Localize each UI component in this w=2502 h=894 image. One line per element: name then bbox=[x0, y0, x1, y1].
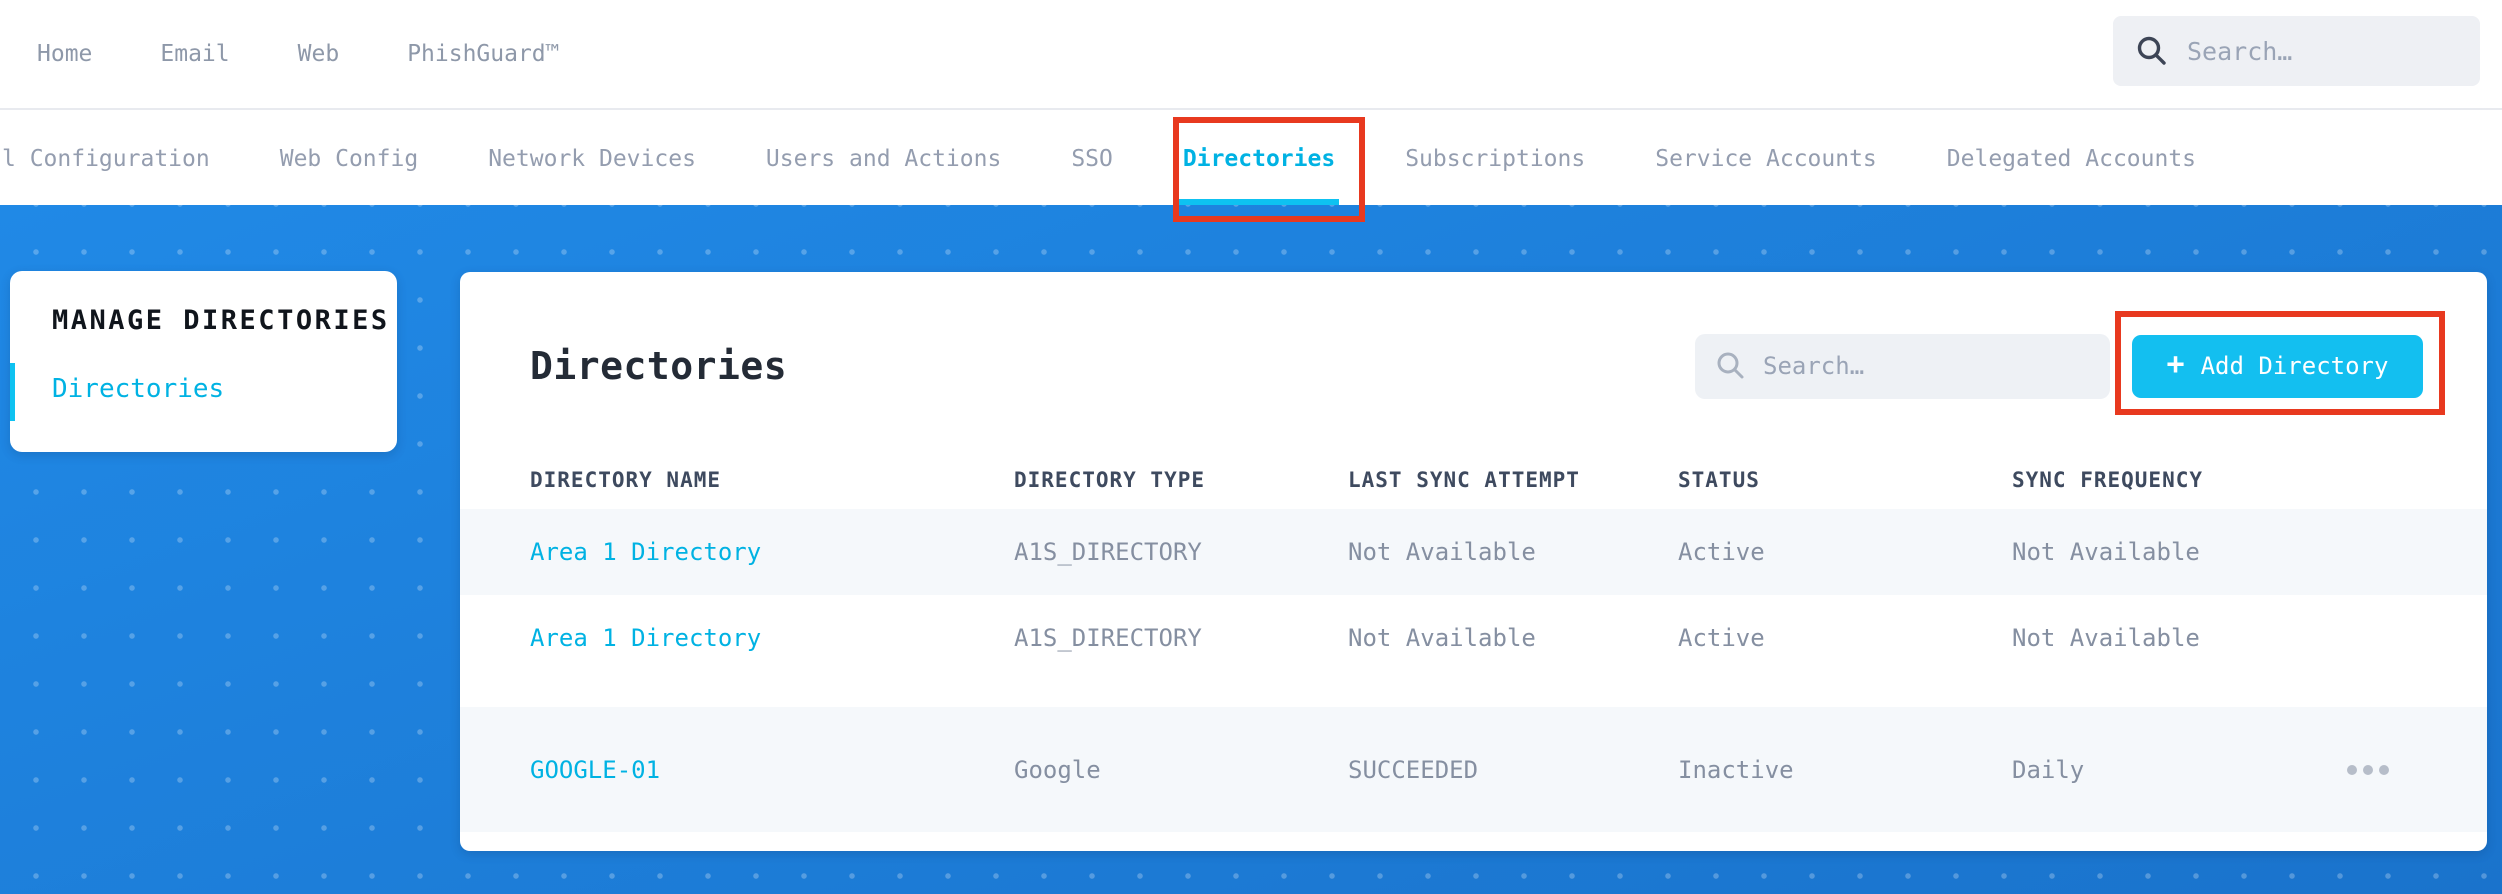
ellipsis-menu-icon[interactable] bbox=[2312, 765, 2423, 775]
sidebar-active-indicator bbox=[10, 363, 15, 421]
search-icon bbox=[1715, 350, 1747, 382]
tab-sso[interactable]: SSO bbox=[1071, 112, 1113, 205]
table-header-row: DIRECTORY NAME DIRECTORY TYPE LAST SYNC … bbox=[460, 451, 2487, 509]
last-sync-cell: SUCCEEDED bbox=[1348, 756, 1678, 784]
manage-directories-sidebar: MANAGE DIRECTORIES Directories bbox=[10, 271, 397, 452]
directory-name-link[interactable]: GOOGLE-01 bbox=[530, 756, 1014, 784]
directory-name-link[interactable]: Area 1 Directory bbox=[530, 538, 1014, 566]
global-nav: Home Email Web PhishGuard™ bbox=[0, 0, 2502, 110]
section-nav-items: l Configuration Web Config Network Devic… bbox=[2, 112, 2196, 205]
content-canvas: MANAGE DIRECTORIES Directories Directori… bbox=[0, 205, 2502, 894]
status-cell: Inactive bbox=[1678, 756, 2012, 784]
sidebar-heading: MANAGE DIRECTORIES bbox=[52, 301, 397, 341]
search-icon bbox=[2135, 34, 2169, 68]
global-search-input[interactable] bbox=[2187, 37, 2502, 66]
col-last-sync-attempt: LAST SYNC ATTEMPT bbox=[1348, 468, 1678, 492]
section-nav: l Configuration Web Config Network Devic… bbox=[0, 112, 2502, 205]
table-row: Area 1 Directory A1S_DIRECTORY Not Avail… bbox=[460, 595, 2487, 681]
sync-frequency-cell: Not Available bbox=[2012, 538, 2312, 566]
table-row: GOOGLE-01 Google SUCCEEDED Inactive Dail… bbox=[460, 707, 2487, 832]
global-search[interactable] bbox=[2113, 16, 2480, 86]
status-cell: Active bbox=[1678, 538, 2012, 566]
tab-directories[interactable]: Directories bbox=[1183, 112, 1335, 205]
table-row: Area 1 Directory A1S_DIRECTORY Not Avail… bbox=[460, 509, 2487, 595]
last-sync-cell: Not Available bbox=[1348, 624, 1678, 652]
nav-item-phishguard[interactable]: PhishGuard™ bbox=[407, 41, 559, 67]
page-title: Directories bbox=[530, 344, 787, 388]
tab-email-configuration[interactable]: l Configuration bbox=[2, 112, 210, 205]
directories-search[interactable] bbox=[1695, 334, 2110, 399]
sync-frequency-cell: Not Available bbox=[2012, 624, 2312, 652]
directory-type-cell: A1S_DIRECTORY bbox=[1014, 538, 1348, 566]
tab-web-config[interactable]: Web Config bbox=[280, 112, 418, 205]
sidebar-item-directories[interactable]: Directories bbox=[52, 369, 397, 409]
directory-type-cell: A1S_DIRECTORY bbox=[1014, 624, 1348, 652]
tab-network-devices[interactable]: Network Devices bbox=[488, 112, 696, 205]
tab-delegated-accounts[interactable]: Delegated Accounts bbox=[1947, 112, 2196, 205]
col-directory-type: DIRECTORY TYPE bbox=[1014, 468, 1348, 492]
col-status: STATUS bbox=[1678, 468, 2012, 492]
nav-item-home[interactable]: Home bbox=[37, 41, 92, 67]
add-directory-button[interactable]: + Add Directory bbox=[2132, 335, 2423, 398]
directory-name-link[interactable]: Area 1 Directory bbox=[530, 624, 1014, 652]
plus-icon: + bbox=[2167, 350, 2185, 380]
tab-users-and-actions[interactable]: Users and Actions bbox=[766, 112, 1001, 205]
global-nav-items: Home Email Web PhishGuard™ bbox=[0, 41, 560, 67]
tab-service-accounts[interactable]: Service Accounts bbox=[1655, 112, 1877, 205]
sync-frequency-cell: Daily bbox=[2012, 756, 2312, 784]
add-directory-button-label: Add Directory bbox=[2201, 352, 2389, 380]
card-header: Directories + Add Directory bbox=[460, 333, 2487, 399]
col-directory-name: DIRECTORY NAME bbox=[530, 468, 1014, 492]
last-sync-cell: Not Available bbox=[1348, 538, 1678, 566]
nav-item-web[interactable]: Web bbox=[298, 41, 340, 67]
nav-item-email[interactable]: Email bbox=[160, 41, 229, 67]
directories-search-input[interactable] bbox=[1763, 352, 2090, 380]
directory-type-cell: Google bbox=[1014, 756, 1348, 784]
screen: Home Email Web PhishGuard™ l Configurati… bbox=[0, 0, 2502, 894]
directories-card: Directories + Add Directory DIRECTORY NA… bbox=[460, 272, 2487, 851]
col-sync-frequency: SYNC FREQUENCY bbox=[2012, 468, 2312, 492]
tab-subscriptions[interactable]: Subscriptions bbox=[1405, 112, 1585, 205]
status-cell: Active bbox=[1678, 624, 2012, 652]
